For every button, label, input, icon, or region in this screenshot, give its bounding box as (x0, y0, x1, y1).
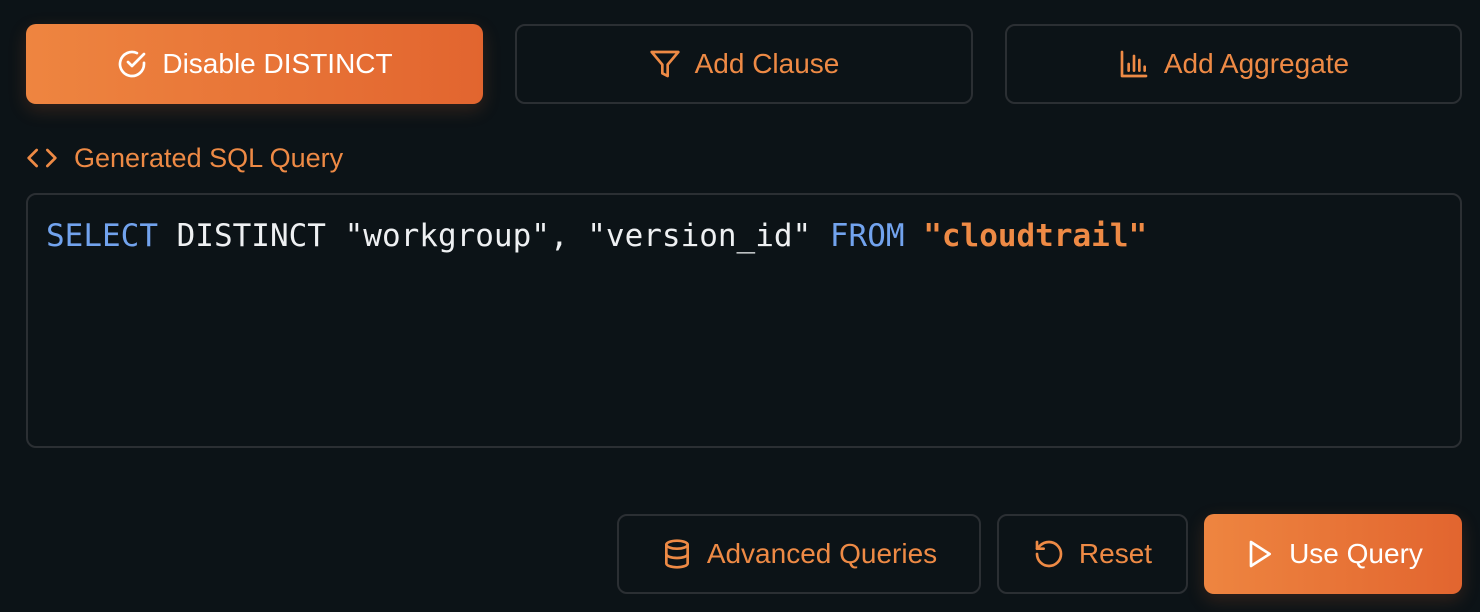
sql-table-name: "cloudtrail" (923, 218, 1148, 254)
use-query-label: Use Query (1289, 538, 1423, 569)
rotate-ccw-icon (1035, 540, 1063, 568)
add-aggregate-label: Add Aggregate (1163, 48, 1350, 79)
generated-sql-title: Generated SQL Query (74, 142, 344, 173)
filter-icon (649, 50, 680, 78)
sql-query-editor[interactable]: SELECT DISTINCT "workgroup", "version_id… (26, 193, 1462, 448)
query-builder-panel: Disable DISTINCT Add Clause Add Aggregat… (0, 0, 1480, 612)
add-clause-label: Add Clause (694, 48, 840, 79)
sql-keyword-select: SELECT (46, 218, 158, 254)
sql-space (905, 218, 924, 254)
disable-distinct-button[interactable]: Disable DISTINCT (26, 24, 483, 104)
add-clause-button[interactable]: Add Clause (515, 24, 973, 104)
sql-keyword-from: FROM (829, 218, 905, 254)
database-icon (664, 539, 689, 569)
reset-button[interactable]: Reset (997, 514, 1188, 594)
reset-label: Reset (1078, 538, 1153, 569)
advanced-queries-label: Advanced Queries (706, 538, 938, 569)
bar-chart-icon (1120, 50, 1148, 78)
code-brackets-icon (27, 148, 57, 168)
sql-distinct-columns: DISTINCT "workgroup", "version_id" (157, 218, 830, 254)
advanced-queries-button[interactable]: Advanced Queries (617, 514, 981, 594)
add-aggregate-button[interactable]: Add Aggregate (1005, 24, 1462, 104)
play-icon (1249, 540, 1272, 568)
use-query-button[interactable]: Use Query (1204, 514, 1462, 594)
disable-distinct-label: Disable DISTINCT (162, 48, 393, 79)
generated-sql-heading: Generated SQL Query (26, 138, 343, 178)
check-circle-icon (119, 50, 146, 78)
